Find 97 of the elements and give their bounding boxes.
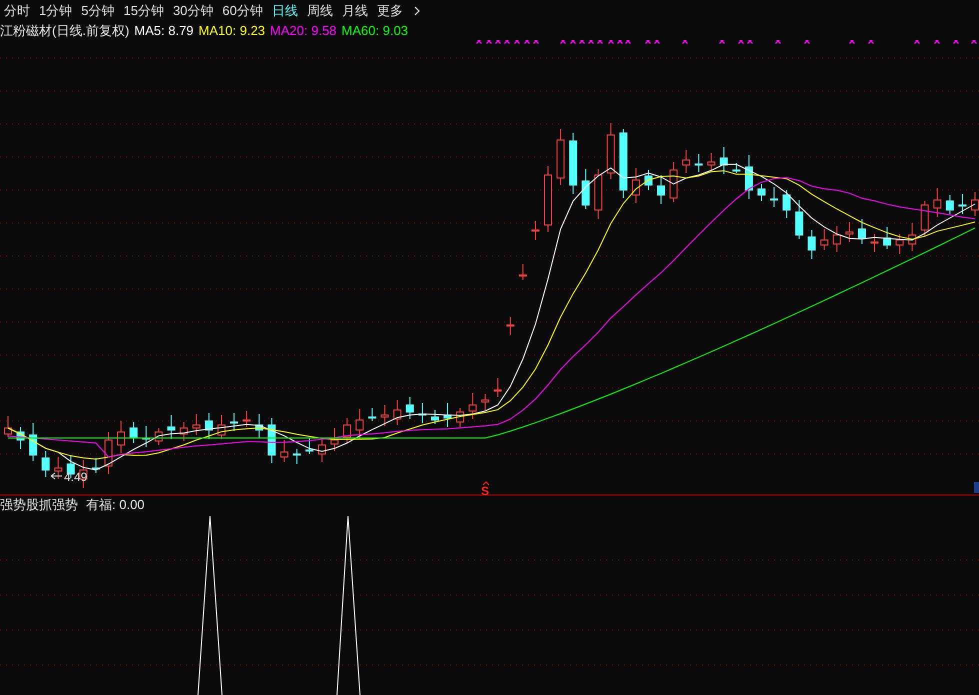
period-tab[interactable]: 30分钟 [172,1,214,21]
period-tab[interactable]: 更多 [376,1,403,21]
candlestick [268,418,276,464]
period-tab[interactable]: 周线 [306,1,333,21]
candlestick [280,440,288,462]
candlestick [192,414,200,436]
candlestick [154,428,163,446]
candlestick [808,230,816,260]
candlestick [4,416,12,438]
candlestick [832,226,841,252]
candlestick [594,168,602,220]
moving-average-label: MA60: 9.03 [342,22,408,40]
candlestick [569,132,578,194]
signal-marker: S [481,484,490,498]
candlestick [958,194,966,214]
candlestick [393,400,402,426]
candlestick [456,408,464,428]
candlestick [518,264,527,280]
candlestick [117,420,126,454]
candlestick [343,418,352,444]
candlestick [732,162,740,174]
candlestick [795,200,804,240]
candlestick [820,228,828,250]
candlestick [670,162,678,202]
stock-title: 江粉磁材(日线.前复权) [0,22,130,40]
candlestick [242,410,251,428]
candlestick [42,450,50,478]
candlestick [694,154,703,172]
candlestick [770,186,778,208]
candlestick [920,200,929,238]
candlestick [29,422,38,462]
candlestick [531,220,540,240]
candlestick [506,316,514,336]
candlestick [782,190,791,218]
candlestick [544,166,552,232]
indicator-title: 强势股抓强势 [0,496,78,514]
candlestick [305,438,314,454]
candlestick [971,192,979,216]
candlestick [896,234,904,254]
candlestick [180,422,188,442]
candlestick [130,422,138,444]
candlestick [167,414,176,440]
period-tab[interactable]: 1分钟 [39,1,72,21]
candlestick [758,184,766,202]
period-tab[interactable]: 60分钟 [222,1,263,21]
moving-average-label: MA10: 9.23 [198,22,266,40]
candlestick [418,402,426,424]
candlestick [430,410,439,424]
candlestick [908,222,916,252]
candlestick [707,152,716,172]
candlestick [946,194,954,214]
candlestick [255,414,264,438]
candlestick [16,426,25,450]
candlestick [204,412,213,440]
candlestick [318,440,326,462]
period-tab[interactable]: 15分钟 [123,1,164,21]
chevron-right-icon[interactable] [412,5,422,17]
moving-average-label: MA5: 8.79 [134,22,194,40]
candlestick [368,408,376,422]
candlestick [845,222,854,242]
moving-average-label: MA20: 9.58 [270,22,337,40]
marker-icon [974,482,979,493]
candlestick [468,392,477,420]
candlestick [870,234,879,252]
period-tab[interactable]: 月线 [342,1,368,21]
candlestick [104,432,112,474]
period-tab[interactable]: 5分钟 [81,1,114,21]
candlestick [933,188,942,218]
candlestick [632,168,640,204]
candlestick [481,394,490,410]
candlestick [744,154,753,200]
candlestick [292,448,301,464]
period-tab[interactable]: 分时 [4,1,30,21]
candlestick [494,378,502,398]
candlestick [644,170,652,190]
candlestick [54,456,62,480]
indicator-reading: 有福: 0.00 [86,496,145,514]
candlestick [406,396,414,420]
candlestick [556,128,565,186]
candlestick [218,414,226,440]
candlestick [356,408,364,440]
candlestick [720,146,728,174]
candlestick [230,412,238,432]
candlestick [883,226,892,250]
candlestick [330,428,339,452]
candlestick [682,150,690,174]
arrow-icon [50,472,62,480]
candlestick [582,168,590,210]
candlestick [657,174,666,204]
candlestick [380,404,389,426]
candlestick [619,128,628,198]
candlestick [858,218,866,244]
candlestick [142,426,150,448]
period-tab[interactable]: 日线 [272,1,298,21]
candlestick [444,402,452,428]
candlestick [92,458,100,474]
candlestick [606,122,615,180]
